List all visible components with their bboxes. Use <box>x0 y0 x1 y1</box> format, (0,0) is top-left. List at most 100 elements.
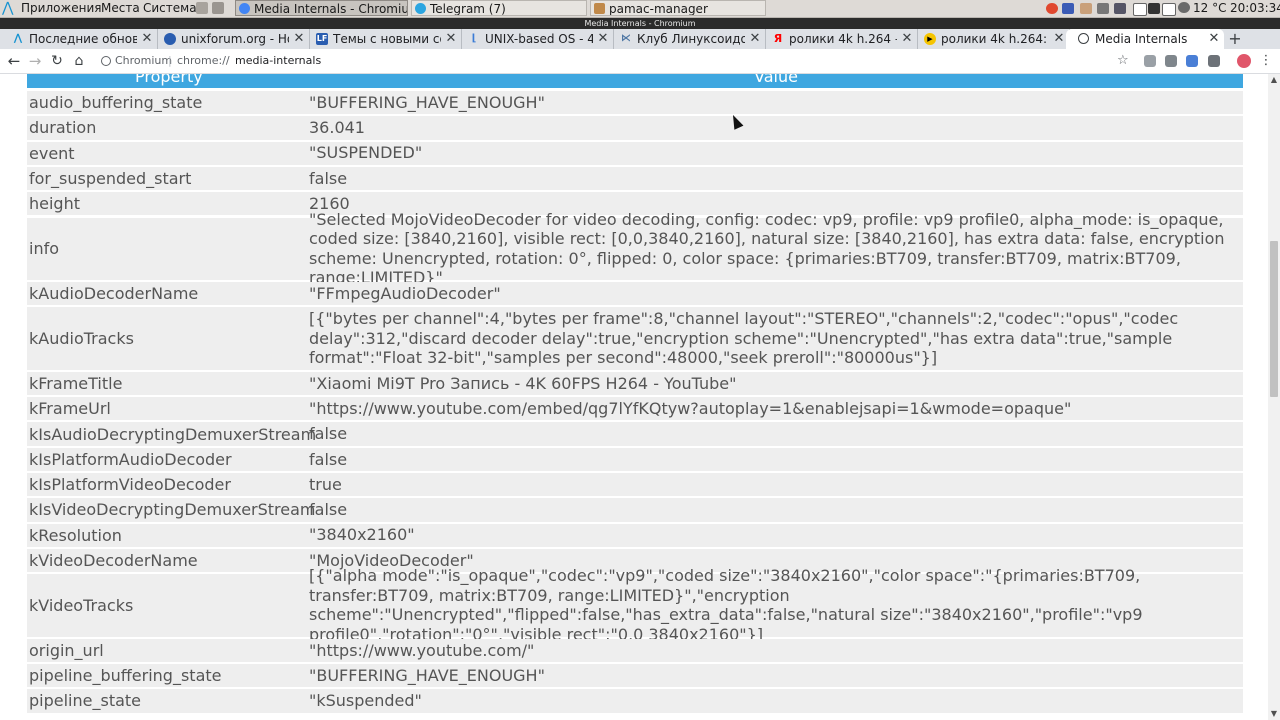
launcher-files-icon[interactable] <box>196 2 208 14</box>
workspace-3-icon[interactable] <box>1162 3 1176 16</box>
property-value-cell: 36.041 <box>309 116 1241 139</box>
property-value-cell: false <box>309 448 1241 471</box>
property-key: kIsPlatformAudioDecoder <box>29 449 232 469</box>
close-icon[interactable]: ✕ <box>1053 29 1065 49</box>
bookmark-star-icon[interactable]: ☆ <box>1117 52 1129 70</box>
scroll-up-arrow-icon[interactable]: ▲ <box>1268 74 1280 86</box>
menu-kebab-icon[interactable]: ⋮ <box>1256 51 1276 71</box>
property-value-cell: "Selected MojoVideoDecoder for video dec… <box>309 210 1241 288</box>
property-key: kFrameUrl <box>29 399 111 419</box>
property-key: pipeline_buffering_state <box>29 666 222 686</box>
property-value: "SUSPENDED" <box>309 143 423 163</box>
reload-button[interactable]: ↻ <box>47 51 67 71</box>
tab-arch-updates[interactable]: ⋀ Последние обновле ✕ <box>0 29 158 49</box>
profile-avatar[interactable] <box>1237 54 1251 68</box>
menu-places[interactable]: Места <box>101 0 140 17</box>
extension-privacy-icon[interactable] <box>1208 55 1220 67</box>
header-value: Value <box>754 74 798 86</box>
tab-yandex-search[interactable]: Я ролики 4k h.264 — ✕ <box>760 29 918 49</box>
new-tab-button[interactable]: + <box>1226 29 1244 49</box>
workspace-2-icon[interactable] <box>1148 3 1160 14</box>
taskbar-chromium[interactable]: Media Internals - Chromium <box>235 0 408 16</box>
property-key: audio_buffering_state <box>29 93 203 113</box>
property-value-cell: "https://www.youtube.com/" <box>309 639 1241 662</box>
table-row: duration 36.041 <box>27 116 1243 140</box>
table-row: info "Selected MojoVideoDecoder for video… <box>27 210 1243 288</box>
task-label: pamac-manager <box>609 2 708 16</box>
property-value-cell: [{"bytes per channel":4,"bytes per frame… <box>309 307 1241 370</box>
property-key: kResolution <box>29 525 122 545</box>
table-row: origin_url "https://www.youtube.com/" <box>27 638 1243 662</box>
update-notifier-icon[interactable] <box>1046 3 1058 14</box>
forward-button[interactable]: → <box>25 51 45 71</box>
scroll-down-arrow-icon[interactable]: ▼ <box>1268 708 1280 720</box>
menu-system[interactable]: Система <box>143 0 197 17</box>
property-key: event <box>29 143 75 163</box>
extension-translate-icon[interactable] <box>1186 55 1198 67</box>
property-value: "Selected MojoVideoDecoder for video dec… <box>309 209 1225 288</box>
browser-toolbar: ← → ↻ ⌂ Chromium | chrome:// media-inter… <box>0 49 1280 74</box>
table-row: pipeline_state "kSuspended" <box>27 689 1243 713</box>
table-row: kAudioTracks [{"bytes per channel":4,"byt… <box>27 307 1243 370</box>
table-row: kIsAudioDecryptingDemuxerStream false <box>27 422 1243 446</box>
task-label: Telegram (7) <box>430 2 506 16</box>
tab-label: Темы с новыми соо <box>333 32 441 46</box>
tab-label: unixforum.org - Нов <box>181 32 289 46</box>
weather-temperature[interactable]: 12 °C <box>1193 0 1226 17</box>
table-row: kFrameUrl "https://www.youtube.com/embed/… <box>27 397 1243 421</box>
table-row: kAudioDecoderName "FFmpegAudioDecoder" <box>27 282 1243 306</box>
extension-shield-icon[interactable] <box>1165 55 1177 67</box>
property-value: "BUFFERING_HAVE_ENOUGH" <box>309 92 545 112</box>
tab-media-internals[interactable]: Media Internals ✕ <box>1066 29 1224 49</box>
property-value-cell: true <box>309 473 1241 496</box>
address-bar[interactable]: Chromium | chrome:// media-internals ☆ <box>97 52 1137 70</box>
table-row: kIsPlatformVideoDecoder true <box>27 473 1243 497</box>
clipboard-icon[interactable] <box>1080 3 1092 14</box>
close-icon[interactable]: ✕ <box>1208 29 1220 49</box>
tab-linux-club[interactable]: ⋉ Клуб Линуксоидов ✕ <box>608 29 766 49</box>
url-scheme: chrome:// <box>177 54 230 67</box>
distro-logo-icon[interactable]: ⋀ <box>2 0 13 17</box>
clock[interactable]: 20:03:34 <box>1230 0 1280 17</box>
property-value: false <box>309 500 348 520</box>
volume-icon[interactable] <box>1097 3 1109 14</box>
property-key: for_suspended_start <box>29 169 192 189</box>
property-key: info <box>29 239 60 259</box>
table-row: pipeline_buffering_state "BUFFERING_HAVE_… <box>27 664 1243 688</box>
back-button[interactable]: ← <box>4 51 24 71</box>
tab-label: Последние обновле <box>29 32 137 46</box>
property-value: true <box>309 474 342 494</box>
unix-icon <box>164 33 176 45</box>
property-key: duration <box>29 118 97 138</box>
tab-4pda[interactable]: ⌊ UNIX-based OS - 4P ✕ <box>456 29 614 49</box>
tab-video-search[interactable]: ▶ ролики 4k h.264: 4 ✕ <box>912 29 1070 49</box>
home-button[interactable]: ⌂ <box>69 51 89 71</box>
property-value-cell: "SUSPENDED" <box>309 142 1241 165</box>
launcher-settings-icon[interactable] <box>212 2 224 14</box>
property-value: "https://www.youtube.com/embed/qg7lYfKQt… <box>309 398 1072 418</box>
property-key: origin_url <box>29 640 104 660</box>
tab-strip: ⋀ Последние обновле ✕ unixforum.org - Но… <box>0 29 1280 49</box>
extension-1-icon[interactable] <box>1144 55 1156 67</box>
tab-unixforum[interactable]: unixforum.org - Нов ✕ <box>152 29 310 49</box>
tab-label: ролики 4k h.264: 4 <box>941 32 1049 46</box>
taskbar-telegram[interactable]: Telegram (7) <box>411 0 587 16</box>
site-info-icon[interactable] <box>101 56 111 66</box>
property-key: kFrameTitle <box>29 373 123 393</box>
property-value: "https://www.youtube.com/" <box>309 640 535 660</box>
weather-icon <box>1178 2 1190 13</box>
menu-applications[interactable]: Приложения <box>21 0 102 17</box>
taskbar-pamac[interactable]: pamac-manager <box>590 0 766 16</box>
workspace-1-icon[interactable] <box>1133 3 1147 16</box>
yandex-icon: Я <box>773 32 783 45</box>
property-value-cell: "3840x2160" <box>309 524 1241 547</box>
telegram-icon <box>415 3 426 14</box>
property-key: kAudioDecoderName <box>29 284 199 304</box>
property-value-cell: false <box>309 498 1241 521</box>
scroll-thumb[interactable] <box>1270 241 1278 397</box>
keyboard-layout-flag-icon[interactable] <box>1062 3 1074 14</box>
network-icon[interactable] <box>1114 3 1126 14</box>
tab-linuxforum[interactable]: LF Темы с новыми соо ✕ <box>304 29 462 49</box>
vertical-scrollbar[interactable]: ▲ ▼ <box>1268 74 1280 720</box>
globe-icon <box>1078 33 1089 44</box>
